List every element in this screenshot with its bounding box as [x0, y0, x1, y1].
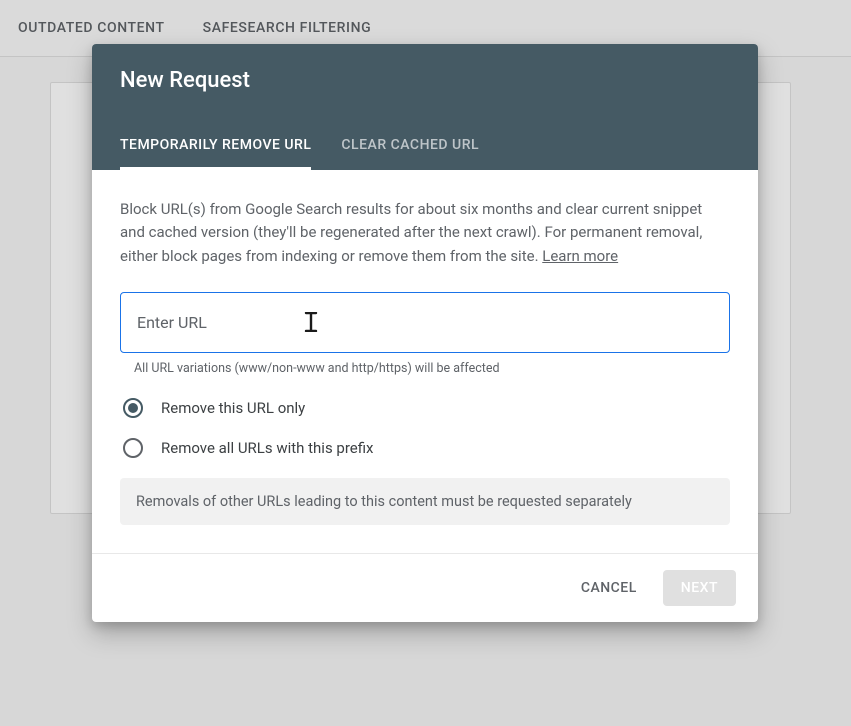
tab-temporarily-remove-url[interactable]: TEMPORARILY REMOVE URL	[120, 123, 311, 170]
learn-more-link[interactable]: Learn more	[542, 247, 618, 265]
cancel-button[interactable]: CANCEL	[577, 570, 641, 606]
radio-label: Remove all URLs with this prefix	[161, 439, 374, 457]
tab-clear-cached-url[interactable]: CLEAR CACHED URL	[341, 123, 479, 170]
radio-icon	[123, 398, 143, 418]
modal-header: New Request TEMPORARILY REMOVE URL CLEAR…	[92, 44, 758, 170]
new-request-modal: New Request TEMPORARILY REMOVE URL CLEAR…	[92, 44, 758, 622]
option-remove-all-urls-with-prefix[interactable]: Remove all URLs with this prefix	[120, 438, 730, 458]
radio-icon	[123, 438, 143, 458]
description-text: Block URL(s) from Google Search results …	[120, 198, 730, 268]
option-remove-this-url-only[interactable]: Remove this URL only	[120, 398, 730, 418]
info-note: Removals of other URLs leading to this c…	[120, 478, 730, 525]
modal-footer: CANCEL NEXT	[92, 553, 758, 622]
url-input[interactable]	[120, 292, 730, 353]
modal-tab-bar: TEMPORARILY REMOVE URL CLEAR CACHED URL	[120, 123, 730, 170]
radio-label: Remove this URL only	[161, 399, 305, 417]
url-helper-text: All URL variations (www/non-www and http…	[120, 361, 730, 376]
next-button[interactable]: NEXT	[663, 570, 736, 606]
modal-title: New Request	[120, 68, 730, 93]
modal-body: Block URL(s) from Google Search results …	[92, 170, 758, 553]
